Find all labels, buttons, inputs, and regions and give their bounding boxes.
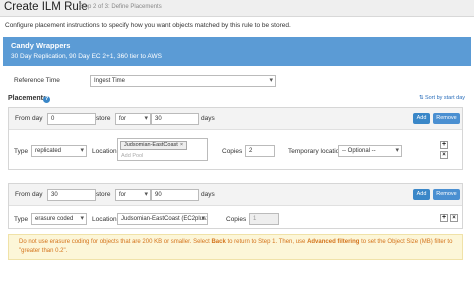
type-label: Type	[14, 148, 29, 155]
plus-icon[interactable]: +	[440, 141, 448, 149]
warning-text-part: to return to Step 1. Then, use	[225, 239, 308, 245]
location-tag: Judsomian-EastCoast ×	[120, 141, 188, 150]
copies-label: Copies	[226, 216, 247, 223]
type-select[interactable]: erasure coded	[31, 213, 87, 225]
warning-text: Do not use erasure coding for objects th…	[19, 238, 459, 256]
copies-label: Copies	[222, 148, 243, 155]
remove-button[interactable]: Remove	[433, 189, 460, 200]
warning-back-term: Back	[211, 239, 226, 245]
days-input[interactable]: 90	[151, 189, 199, 201]
add-pool-placeholder[interactable]: Add Pool	[121, 153, 143, 159]
type-select[interactable]: replicated	[31, 145, 87, 157]
reference-time-label: Reference Time	[14, 77, 60, 84]
location-select[interactable]: Judsomian-EastCoast (EC2plus1)	[117, 213, 208, 225]
store-duration-select[interactable]: for	[115, 113, 151, 125]
rule-summary-banner: Candy Wrappers 30 Day Replication, 90 Da…	[3, 37, 471, 66]
copies-input: 1	[249, 213, 279, 225]
from-day-label: From day	[15, 191, 43, 198]
question-circle-icon[interactable]: ?	[43, 96, 50, 103]
copies-input[interactable]: 2	[245, 145, 275, 157]
placements-heading: Placements	[8, 95, 47, 102]
remove-button[interactable]: Remove	[433, 113, 460, 124]
sort-icon: ⇅	[418, 95, 424, 101]
add-button[interactable]: Add	[413, 189, 430, 200]
location-label: Location	[92, 148, 117, 155]
plus-icon[interactable]: +	[440, 214, 448, 222]
warning-message: Do not use erasure coding for objects th…	[8, 234, 463, 260]
close-icon[interactable]: ×	[440, 151, 448, 159]
location-label: Location	[92, 216, 117, 223]
rule-description: 30 Day Replication, 90 Day EC 2+1, 360 t…	[11, 53, 162, 60]
days-input[interactable]: 30	[151, 113, 199, 125]
days-label: days	[201, 115, 215, 122]
days-label: days	[201, 191, 215, 198]
location-pool-input[interactable]: Judsomian-EastCoast × Add Pool	[117, 138, 208, 161]
placement-row-2: From day 30 store for 90 days Add Remove…	[8, 183, 463, 229]
temporary-location-label: Temporary location	[288, 148, 343, 155]
sort-by-start-day-link[interactable]: ⇅ Sort by start day	[419, 95, 465, 101]
temporary-location-select[interactable]: -- Optional --	[338, 145, 402, 157]
rule-name: Candy Wrappers	[11, 41, 71, 50]
store-label: store	[96, 115, 111, 122]
add-button[interactable]: Add	[413, 113, 430, 124]
from-day-input[interactable]: 30	[47, 189, 96, 201]
page-title: Create ILM Rule	[4, 1, 88, 13]
from-day-label: From day	[15, 115, 43, 122]
close-icon[interactable]: ×	[450, 214, 458, 222]
reference-time-select[interactable]: Ingest Time	[90, 75, 276, 87]
step-indicator: Step 2 of 3: Define Placements	[79, 4, 162, 10]
page-header: Create ILM Rule Step 2 of 3: Define Plac…	[0, 0, 474, 17]
location-tag-label: Judsomian-EastCoast	[124, 142, 178, 148]
warning-advanced-filtering-term: Advanced filtering	[307, 239, 360, 245]
from-day-input[interactable]: 0	[47, 113, 96, 125]
remove-tag-icon[interactable]: ×	[180, 142, 183, 148]
sort-by-start-day-label: Sort by start day	[424, 95, 465, 101]
intro-text: Configure placement instructions to spec…	[5, 22, 291, 29]
type-label: Type	[14, 216, 29, 223]
store-duration-select[interactable]: for	[115, 189, 151, 201]
placement-row-1: From day 0 store for 30 days Add Remove …	[8, 107, 463, 170]
warning-text-part: Do not use erasure coding for objects th…	[19, 239, 212, 245]
store-label: store	[96, 191, 111, 198]
